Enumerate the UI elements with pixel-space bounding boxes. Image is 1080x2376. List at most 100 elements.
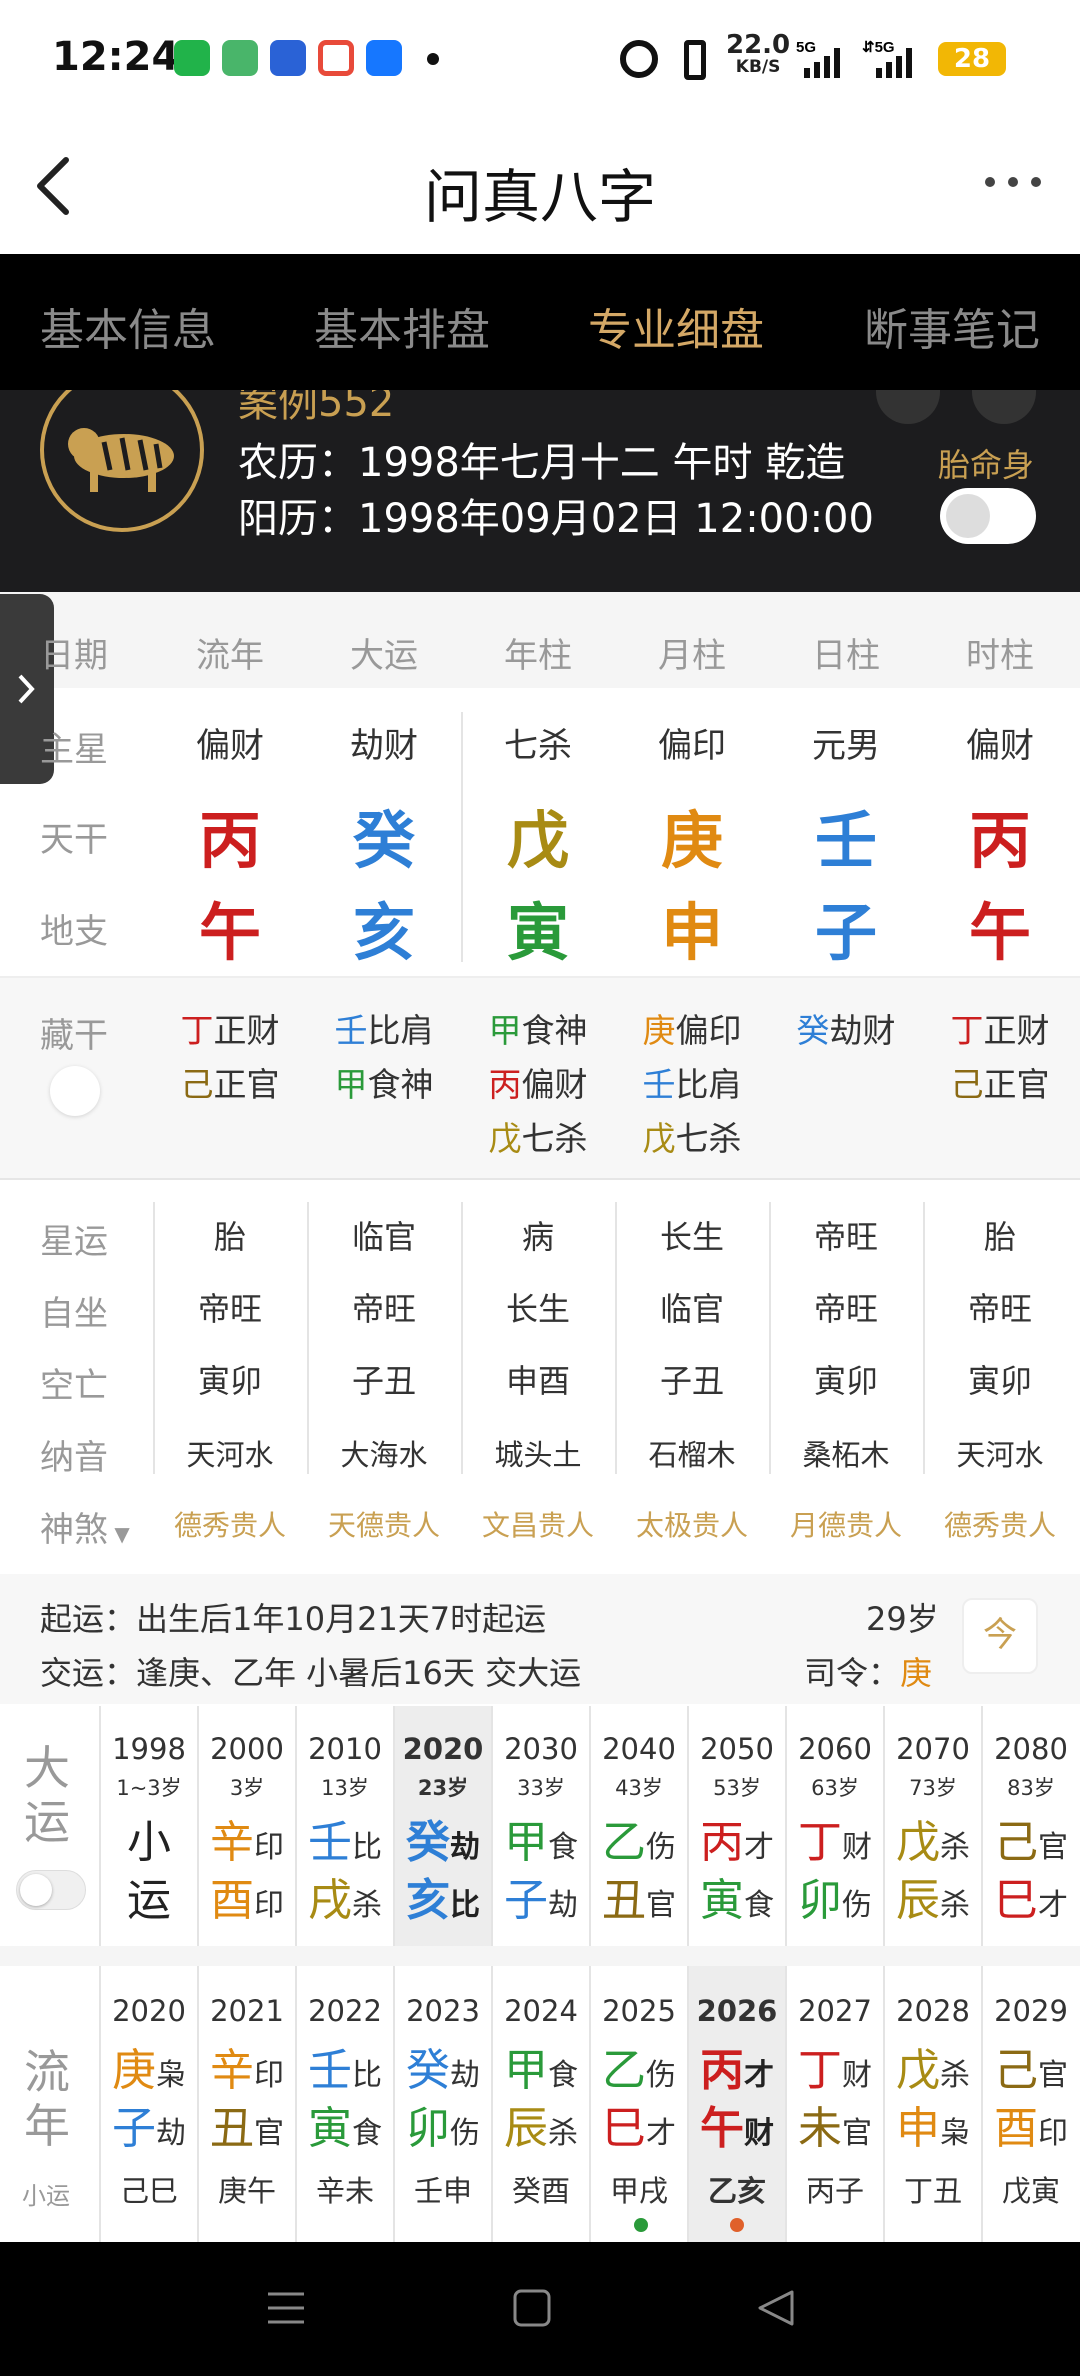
- signal-5g-icon-2: ⇵5G: [862, 39, 912, 78]
- luck-branch: 卯伤: [394, 2092, 492, 2156]
- xiaoyun-cell: 辛未: [315, 2174, 374, 2208]
- siling-value: 庚: [900, 1654, 933, 1692]
- luck-branch-char: 巳: [994, 1875, 1038, 1926]
- self-seat-cell: 长生: [505, 1290, 570, 1328]
- luck-branch: 子劫: [100, 2092, 198, 2156]
- branch-cell: 午: [198, 896, 261, 969]
- hidden-stem-cell: 己正官: [925, 1058, 1075, 1106]
- dayun-year: 1998: [112, 1732, 186, 1766]
- luck-branch-god: 杀: [940, 1888, 970, 1923]
- luck-stem-god: 伤: [646, 1830, 676, 1865]
- hidden-stem-char: 己: [180, 1065, 214, 1104]
- hidden-stem-cell: 己正官: [155, 1058, 305, 1106]
- column-divider: [491, 1966, 493, 2242]
- nayin-cell: 天河水: [186, 1438, 274, 1472]
- header-hour-pillar: 时柱: [966, 636, 1034, 676]
- home-icon[interactable]: [512, 2288, 552, 2328]
- hidden-stem-god: 正官: [983, 1065, 1050, 1104]
- luck-branch: 酉印: [982, 2092, 1080, 2156]
- luck-stem: 丙才: [688, 2034, 786, 2098]
- dayun-age: 43岁: [615, 1776, 663, 1800]
- hidden-stem-char: 己: [950, 1065, 984, 1104]
- luck-stem-char: 辛: [210, 1817, 254, 1868]
- shensha-cell[interactable]: 文昌贵人: [463, 1504, 613, 1544]
- pin-icon[interactable]: [50, 1066, 100, 1116]
- luck-branch-god: 才: [646, 2116, 676, 2151]
- nayin-cell: 大海水: [340, 1438, 428, 1472]
- luck-stem-god: 比: [352, 2058, 382, 2093]
- main-star-cell: 偏印: [658, 726, 726, 766]
- shensha-cell[interactable]: 月德贵人: [771, 1504, 921, 1544]
- hidden-stem-char: 癸: [796, 1011, 830, 1050]
- hidden-stem-cell: 癸劫财: [771, 1004, 921, 1052]
- profile-card: 案例552 农历：1998年七月十二 午时 乾造 阳历：1998年09月02日 …: [0, 390, 1080, 592]
- tab-notes[interactable]: 断事笔记: [864, 294, 1040, 358]
- luck-stem-god: 官: [1038, 2058, 1068, 2093]
- hidden-stem-god: 劫财: [829, 1011, 896, 1050]
- tab-basic-chart[interactable]: 基本排盘: [314, 294, 490, 358]
- status-bar: 12:24 22.0 KB/S 5G ⇵5G 28: [0, 0, 1080, 118]
- luck-branch-god: 枭: [940, 2116, 970, 2151]
- luck-branch: 午财: [688, 2092, 786, 2156]
- main-star-cell: 元男: [812, 726, 880, 766]
- shensha-cell[interactable]: 太极贵人: [617, 1504, 767, 1544]
- luck-stem-god: 印: [254, 2058, 284, 2093]
- liunian-year: 2024: [504, 1994, 578, 2028]
- hidden-stem-cell: 戊七杀: [463, 1112, 613, 1160]
- hidden-stem-god: 食神: [367, 1065, 434, 1104]
- void-cell: 寅卯: [197, 1362, 262, 1400]
- svg-text:⇵5G: ⇵5G: [862, 39, 895, 56]
- luck-branch-god: 食: [352, 2116, 382, 2151]
- net-speed-value: 22.0: [726, 30, 791, 60]
- main-star-cell: 劫财: [350, 726, 418, 766]
- today-button[interactable]: 今: [962, 1598, 1038, 1674]
- tai-ming-shen-toggle[interactable]: [940, 488, 1036, 544]
- luck-stem-char: 戊: [896, 2045, 940, 2096]
- shensha-cell[interactable]: 德秀贵人: [925, 1504, 1075, 1544]
- xiaoyun-label: 小运: [22, 2182, 70, 2210]
- tiger-icon: [68, 428, 174, 492]
- luck-branch: 未官: [786, 2092, 884, 2156]
- dayun-toggle[interactable]: [16, 1870, 86, 1910]
- menu-icon[interactable]: [266, 2288, 306, 2328]
- column-divider: [687, 1706, 689, 1946]
- more-icon[interactable]: [978, 162, 1048, 202]
- hidden-stem-cell: 壬比肩: [309, 1004, 459, 1052]
- shensha-cell[interactable]: 天德贵人: [309, 1504, 459, 1544]
- stem-cell: 丙: [198, 804, 261, 877]
- self-seat-cell: 帝旺: [197, 1290, 262, 1328]
- luck-stem-god: 财: [842, 2058, 872, 2093]
- luck-branch: 卯伤: [786, 1864, 884, 1928]
- column-divider: [197, 1966, 199, 2242]
- column-divider: [307, 1202, 309, 1474]
- dayun-year: 2060: [798, 1732, 872, 1766]
- calendar-icon[interactable]: [876, 390, 940, 424]
- dayun-age: 13岁: [321, 1776, 369, 1800]
- hidden-stem-god: 正官: [213, 1065, 280, 1104]
- back-nav-icon[interactable]: [756, 2288, 796, 2328]
- label-shensha[interactable]: 神煞 ▼: [40, 1502, 130, 1551]
- edit-icon[interactable]: [972, 390, 1036, 424]
- dayun-age: 53岁: [713, 1776, 761, 1800]
- tab-professional[interactable]: 专业细盘: [588, 294, 764, 358]
- luck-branch-char: 酉: [994, 2103, 1038, 2154]
- luck-branch-god: 财: [744, 2116, 774, 2151]
- luck-branch-char: 未: [798, 2103, 842, 2154]
- luck-stem-god: 财: [842, 1830, 872, 1865]
- header-day-pillar: 日柱: [812, 636, 880, 676]
- tab-basic-info[interactable]: 基本信息: [40, 294, 216, 358]
- luck-branch-char: 子: [112, 2103, 156, 2154]
- luck-stem: 乙伤: [590, 1806, 688, 1870]
- xiaoyun-cell: 乙亥: [707, 2174, 766, 2208]
- luck-branch: 亥比: [394, 1864, 492, 1928]
- label-stem: 天干: [40, 820, 108, 860]
- dayun-age: 83岁: [1007, 1776, 1055, 1800]
- luck-stem-god: 食: [548, 2058, 578, 2093]
- luck-branch-god: 比: [450, 1888, 480, 1923]
- liunian-year: 2027: [798, 1994, 872, 2028]
- self-seat-cell: 帝旺: [351, 1290, 416, 1328]
- luck-stem-char: 乙: [602, 1817, 646, 1868]
- luck-stem-god: 才: [744, 2058, 774, 2093]
- shensha-cell[interactable]: 德秀贵人: [155, 1504, 305, 1544]
- liunian-label-2: 年: [24, 2099, 70, 2153]
